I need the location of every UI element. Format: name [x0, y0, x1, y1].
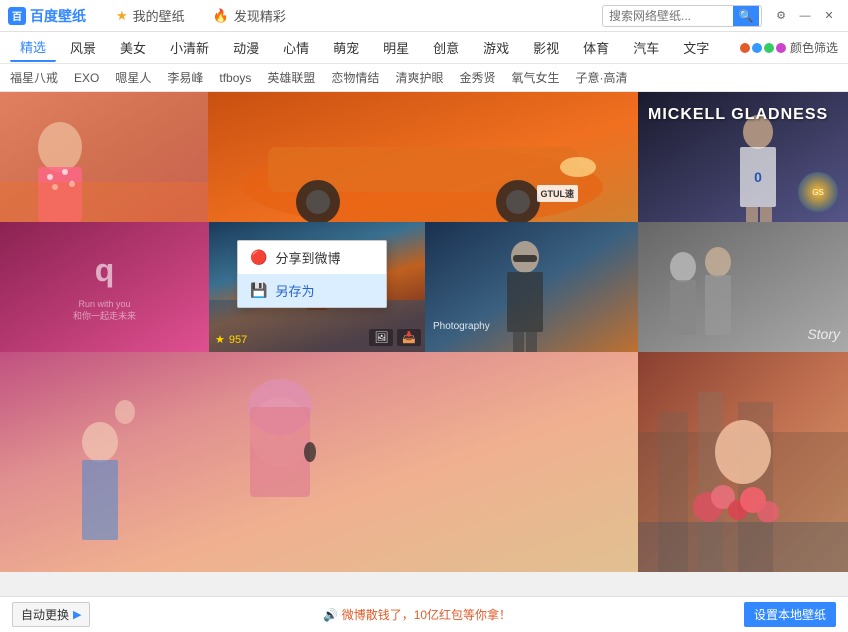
bottom-bar: 自动更换 ▶ 🔊 微博散钱了，10亿红包等你拿！ 设置本地壁纸 — [0, 596, 848, 632]
save-icon: 💾 — [250, 282, 267, 299]
run-with-you-char: q — [95, 252, 115, 289]
grid-cell-1-3[interactable]: 0 MICKELL GLADNESS GS — [638, 92, 848, 222]
search-button[interactable]: 🔍 — [733, 6, 759, 26]
grid-cell-1-1[interactable] — [0, 92, 208, 222]
search-bar: 🔍 — [602, 5, 762, 27]
window-controls: ⚙ — ✕ — [770, 6, 840, 26]
team-logo: GS — [798, 172, 838, 212]
nav-item-text[interactable]: 文字 — [673, 34, 719, 61]
nav-item-stars[interactable]: 明星 — [373, 34, 419, 61]
auto-change-label: 自动更换 — [21, 606, 69, 623]
overlay-buttons: 🖼 📥 — [369, 329, 421, 346]
grid-cell-2-1[interactable]: q Run with you 和你一起走未来 — [0, 222, 209, 352]
tag-exo[interactable]: EXO — [74, 71, 99, 85]
svg-text:0: 0 — [754, 169, 762, 185]
minimize-button[interactable]: — — [794, 6, 816, 26]
tag-hero-league[interactable]: 英雄联盟 — [267, 69, 315, 86]
cdot-blue — [752, 43, 762, 53]
star-icon: ★ — [116, 8, 128, 24]
tag-oxygen-girl[interactable]: 氧气女生 — [511, 69, 559, 86]
nav-item-games[interactable]: 游戏 — [473, 34, 519, 61]
nav-item-fresh[interactable]: 小清新 — [160, 34, 219, 61]
play-icon: ▶ — [73, 608, 81, 621]
search-icon: 🔍 — [739, 9, 754, 23]
nav-item-creative[interactable]: 创意 — [423, 34, 469, 61]
nav-item-mood[interactable]: 心情 — [273, 34, 319, 61]
grid-cell-2-4[interactable]: Story — [638, 222, 848, 352]
grid-row-2: q Run with you 和你一起走未来 — [0, 222, 848, 352]
cdot-orange — [740, 43, 750, 53]
tab-discover[interactable]: 🔥 发现精彩 — [199, 0, 300, 32]
license-plate: GTUL速 — [537, 185, 579, 202]
tag-fuxing[interactable]: 福星八戒 — [10, 69, 58, 86]
tag-nenxingren[interactable]: 嗯星人 — [115, 69, 151, 86]
basketball-player-name: MICKELL GLADNESS — [648, 102, 828, 125]
color-dots — [740, 43, 786, 53]
wallpaper-download-btn[interactable]: 📥 — [397, 329, 421, 346]
story-text: Story — [807, 326, 840, 342]
speaker-icon: 🔊 — [323, 608, 338, 622]
cdot-purple — [776, 43, 786, 53]
nav-bar: 精选 风景 美女 小清新 动漫 心情 萌宠 明星 创意 游戏 影视 体育 汽车 … — [0, 32, 848, 64]
tab-my-wallpapers-label: 我的壁纸 — [133, 6, 185, 25]
run-with-you-text: Run with you 和你一起走未来 — [73, 299, 136, 322]
nav-item-beauty[interactable]: 美女 — [110, 34, 156, 61]
tag-liyifeng[interactable]: 李易峰 — [167, 69, 203, 86]
ctx-save-label: 另存为 — [275, 281, 314, 300]
color-filter[interactable]: 颜色筛选 — [740, 39, 838, 56]
photography-text: Photography — [433, 321, 490, 332]
ctx-share-weibo[interactable]: 🔴 分享到微博 — [238, 241, 386, 274]
app-logo: 百 百度壁纸 — [8, 6, 86, 26]
star-count: 957 — [229, 334, 247, 346]
weibo-notice-text[interactable]: 微博散钱了，10亿红包等你拿！ — [342, 608, 511, 622]
auto-change-button[interactable]: 自动更换 ▶ — [12, 602, 90, 627]
grid-row-3 — [0, 352, 848, 572]
grid-cell-1-2[interactable]: GTUL速 — [208, 92, 638, 222]
wallpaper-preview-btn[interactable]: 🖼 — [369, 329, 393, 346]
tag-fresh-eye[interactable]: 清爽护眼 — [395, 69, 443, 86]
tag-kimsoohyun[interactable]: 金秀贤 — [459, 69, 495, 86]
set-wallpaper-button[interactable]: 设置本地壁纸 — [744, 602, 836, 627]
grid-row-1: GTUL速 0 MICKELL GLA — [0, 92, 848, 222]
nav-item-scenery[interactable]: 风景 — [60, 34, 106, 61]
grid-cell-3-1[interactable] — [0, 352, 638, 572]
title-bar: 百 百度壁纸 ★ 我的壁纸 🔥 发现精彩 🔍 ⚙ — ✕ — [0, 0, 848, 32]
app-title: 百度壁纸 — [30, 6, 86, 26]
star-icon-small: ★ — [215, 333, 225, 346]
nav-item-cars[interactable]: 汽车 — [623, 34, 669, 61]
close-button[interactable]: ✕ — [818, 6, 840, 26]
context-menu: 🔴 分享到微博 💾 另存为 — [237, 240, 387, 308]
nav-item-tv[interactable]: 影视 — [523, 34, 569, 61]
tag-bar: 福星八戒 EXO 嗯星人 李易峰 tfboys 英雄联盟 恋物情结 清爽护眼 金… — [0, 64, 848, 92]
star-count-overlay: ★ 957 — [215, 333, 247, 346]
search-input[interactable] — [603, 6, 733, 26]
logo-icon: 百 — [8, 7, 26, 25]
tag-lover[interactable]: 恋物情结 — [331, 69, 379, 86]
tab-discover-label: 发现精彩 — [234, 6, 286, 25]
grid-cell-2-3[interactable]: Photography — [425, 222, 638, 352]
fire-icon: 🔥 — [213, 8, 229, 24]
tag-tfboys[interactable]: tfboys — [219, 71, 251, 85]
tab-my-wallpapers[interactable]: ★ 我的壁纸 — [102, 0, 199, 32]
main-grid: GTUL速 0 MICKELL GLA — [0, 92, 848, 572]
share-icon: 🔴 — [250, 249, 267, 266]
ctx-share-label: 分享到微博 — [275, 248, 340, 267]
nav-item-anime[interactable]: 动漫 — [223, 34, 269, 61]
settings-button[interactable]: ⚙ — [770, 6, 792, 26]
ctx-save-as[interactable]: 💾 另存为 — [238, 274, 386, 307]
weibo-notice: 🔊 微博散钱了，10亿红包等你拿！ — [90, 606, 744, 623]
grid-cell-3-2[interactable] — [638, 352, 848, 572]
tag-ziyi-hd[interactable]: 子意·高清 — [575, 69, 627, 86]
color-filter-label: 颜色筛选 — [790, 39, 838, 56]
nav-item-featured[interactable]: 精选 — [10, 33, 56, 62]
nav-item-sports[interactable]: 体育 — [573, 34, 619, 61]
cdot-green — [764, 43, 774, 53]
nav-item-pets[interactable]: 萌宠 — [323, 34, 369, 61]
